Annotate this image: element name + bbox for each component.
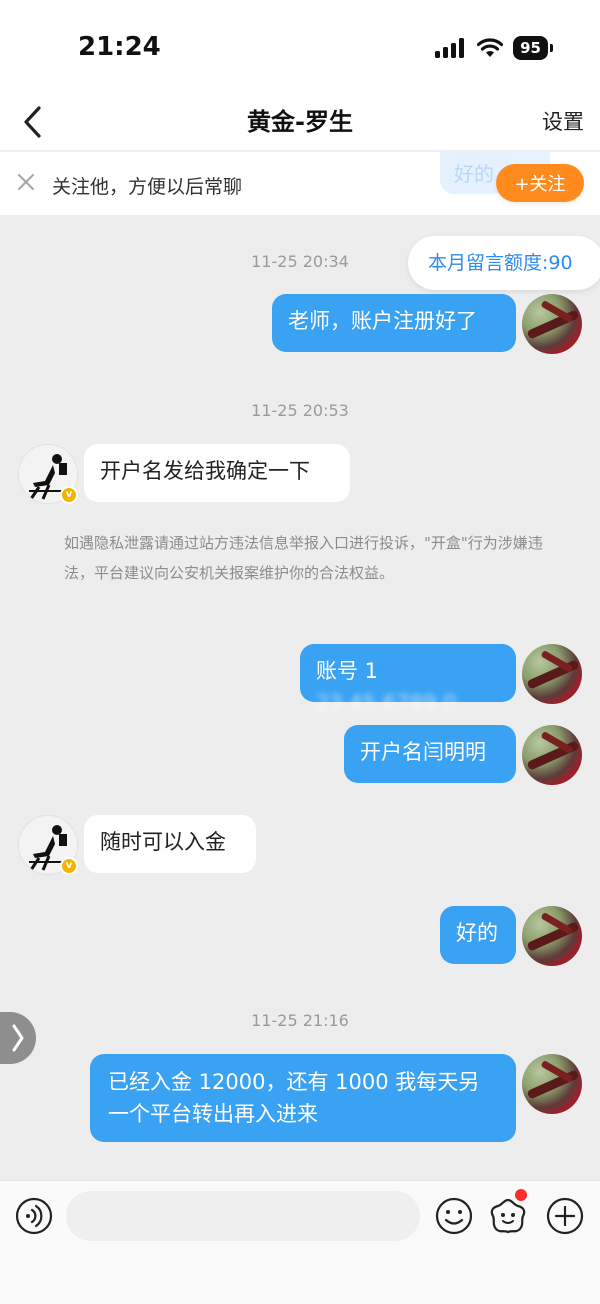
account-text: 账号 1 — [316, 659, 379, 683]
wifi-icon — [477, 38, 504, 57]
status-time: 21:24 — [78, 32, 161, 62]
verified-badge: v — [60, 486, 78, 504]
status-icons: 95 — [435, 36, 553, 60]
my-avatar[interactable] — [522, 644, 582, 704]
sticker-icon — [490, 1198, 526, 1234]
sticker-button[interactable] — [488, 1196, 528, 1236]
emoji-icon — [435, 1197, 473, 1235]
plus-icon — [546, 1197, 584, 1235]
message-bubble-sent[interactable]: 老师，账户注册好了 — [272, 294, 516, 352]
message-bubble-sent[interactable]: 已经入金 12000，还有 1000 我每天另一个平台转出再入进来 — [90, 1054, 516, 1142]
status-bar: 21:24 95 — [0, 0, 600, 96]
notification-dot — [515, 1189, 527, 1201]
voice-button[interactable] — [14, 1196, 54, 1236]
redacted-text: 23 45 6789 0 — [316, 691, 457, 715]
timestamp: 11-25 20:53 — [251, 401, 349, 420]
message-bubble-received[interactable]: 开户名发给我确定一下 — [84, 444, 350, 502]
message-bubble-sent[interactable]: 好的 — [440, 906, 516, 964]
timestamp: 11-25 20:34 — [251, 252, 349, 271]
message-bubble-received[interactable]: 随时可以入金 — [84, 815, 256, 873]
my-avatar[interactable] — [522, 294, 582, 354]
timestamp: 11-25 21:16 — [251, 1011, 349, 1030]
verified-badge: v — [60, 857, 78, 875]
battery-indicator: 95 — [513, 36, 553, 60]
settings-button[interactable]: 设置 — [542, 106, 584, 136]
voice-icon — [15, 1197, 53, 1235]
add-button[interactable] — [545, 1196, 585, 1236]
my-avatar[interactable] — [522, 1054, 582, 1114]
chat-title: 黄金-罗生 — [247, 108, 353, 136]
close-follow-button[interactable] — [14, 170, 38, 194]
follow-banner: 关注他，方便以后常聊 好的 +关注 — [0, 151, 600, 215]
nav-bar: 黄金-罗生 设置 — [0, 96, 600, 150]
emoji-button[interactable] — [434, 1196, 474, 1236]
my-avatar[interactable] — [522, 906, 582, 966]
privacy-notice: 如遇隐私泄露请通过站方违法信息举报入口进行投诉，"开盒"行为涉嫌违法，平台建议向… — [64, 534, 543, 582]
follow-prompt: 关注他，方便以后常聊 — [52, 176, 243, 198]
input-bar — [0, 1180, 600, 1304]
ghost-bubble-text: 好的 — [454, 162, 494, 186]
chevron-right-icon — [12, 1024, 24, 1052]
message-bubble-sent[interactable]: 账号 1 23 45 6789 0 — [300, 644, 516, 715]
my-avatar[interactable] — [522, 725, 582, 785]
message-bubble-sent[interactable]: 开户名闫明明 — [344, 725, 516, 783]
follow-button[interactable]: +关注 — [496, 164, 584, 202]
signal-icon — [435, 38, 465, 58]
message-input[interactable] — [66, 1191, 420, 1241]
close-icon — [18, 174, 34, 190]
